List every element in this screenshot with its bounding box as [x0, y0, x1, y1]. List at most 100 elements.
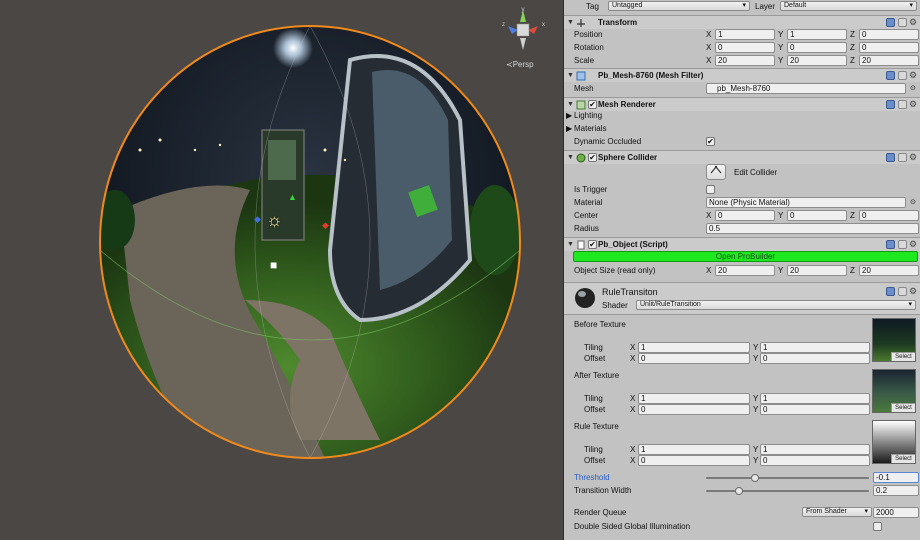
foldout-arrow-icon[interactable]: ▶ — [566, 109, 572, 122]
position-row: Position X 1 Y 1 Z 0 — [564, 28, 920, 41]
rotation-z-field[interactable]: 0 — [859, 42, 919, 53]
move-handle-y-icon[interactable]: ▲ — [288, 192, 297, 202]
scale-x-field[interactable]: 20 — [715, 55, 775, 66]
materials-row[interactable]: ▶ Materials — [564, 122, 920, 135]
rotation-y-field[interactable]: 0 — [787, 42, 847, 53]
settings-gear-icon[interactable]: ⚙ — [909, 287, 918, 296]
preset-icon[interactable] — [898, 100, 907, 109]
lighting-foldout[interactable]: Lighting — [574, 109, 602, 122]
settings-gear-icon[interactable]: ⚙ — [909, 240, 918, 249]
open-probuilder-button[interactable]: Open ProBuilder — [573, 251, 918, 262]
dynamic-occluded-checkbox[interactable]: ✔ — [706, 137, 715, 146]
help-icon[interactable] — [886, 71, 895, 80]
layer-dropdown[interactable]: Default — [780, 1, 917, 11]
object-size-label: Object Size (read only) — [574, 266, 656, 275]
lighting-row[interactable]: ▶ Lighting — [564, 109, 920, 122]
help-icon[interactable] — [886, 287, 895, 296]
preset-icon[interactable] — [898, 71, 907, 80]
transition-width-label: Transition Width — [574, 486, 632, 495]
projection-label[interactable]: ≺Persp — [506, 60, 534, 69]
material-header[interactable]: RuleTransiton Shader Unlit/RuleTransitio… — [564, 283, 920, 314]
settings-gear-icon[interactable]: ⚙ — [909, 153, 918, 162]
transition-width-slider-track[interactable] — [706, 490, 869, 492]
double-sided-gi-checkbox[interactable] — [873, 522, 882, 531]
preset-icon[interactable] — [898, 287, 907, 296]
axis-x-label: X — [630, 405, 636, 414]
preset-icon[interactable] — [898, 18, 907, 27]
fold-icon[interactable]: ▼ — [567, 69, 574, 82]
render-queue-row: Render Queue From Shader 2000 — [564, 506, 920, 519]
transition-width-field[interactable]: 0.2 — [873, 485, 919, 496]
rule-offset-x-field[interactable]: 0 — [638, 455, 750, 466]
preset-icon[interactable] — [898, 240, 907, 249]
help-icon[interactable] — [886, 153, 895, 162]
is-trigger-checkbox[interactable] — [706, 185, 715, 194]
threshold-slider-track[interactable] — [706, 477, 869, 479]
radius-field[interactable]: 0.5 — [706, 223, 919, 234]
enabled-checkbox[interactable]: ✔ — [588, 240, 597, 249]
before-offset-y-field[interactable]: 0 — [760, 353, 870, 364]
before-offset-x-field[interactable]: 0 — [638, 353, 750, 364]
scale-z-field[interactable]: 20 — [859, 55, 919, 66]
materials-foldout[interactable]: Materials — [574, 122, 606, 135]
axis-z-label: Z — [850, 43, 855, 52]
threshold-field[interactable]: -0.1 — [873, 472, 919, 483]
center-y-field[interactable]: 0 — [787, 210, 847, 221]
material-preview-icon — [575, 288, 595, 308]
mesh-object-field[interactable]: pb_Mesh-8760 — [706, 83, 906, 94]
scale-row: Scale X 20 Y 20 Z 20 — [564, 54, 920, 67]
move-handle-x-icon[interactable]: ◆ — [322, 220, 329, 231]
transform-header[interactable]: ▼ Transform ⚙ — [564, 15, 920, 29]
move-handle-z-icon[interactable]: ◆ — [254, 214, 261, 225]
pb-object-header[interactable]: ▼ ✔ Pb_Object (Script) ⚙ — [564, 237, 920, 251]
foldout-arrow-icon[interactable]: ▶ — [566, 122, 572, 135]
help-icon[interactable] — [886, 18, 895, 27]
scale-y-field[interactable]: 20 — [787, 55, 847, 66]
physic-material-field[interactable]: None (Physic Material) — [706, 197, 906, 208]
position-z-field[interactable]: 0 — [859, 29, 919, 40]
position-y-field[interactable]: 1 — [787, 29, 847, 40]
help-icon[interactable] — [886, 100, 895, 109]
object-picker-icon[interactable]: ⊙ — [910, 196, 916, 209]
settings-gear-icon[interactable]: ⚙ — [909, 71, 918, 80]
settings-gear-icon[interactable]: ⚙ — [909, 18, 918, 27]
fold-icon[interactable]: ▼ — [567, 238, 574, 251]
scene-view[interactable]: ▲ ◆ ◆ ☼ ■ y z x ≺Persp — [0, 0, 560, 540]
axis-y-label: Y — [753, 405, 759, 414]
position-x-field[interactable]: 1 — [715, 29, 775, 40]
fisheye-sphere-render — [99, 25, 521, 459]
center-z-field[interactable]: 0 — [859, 210, 919, 221]
light-gizmo-icon[interactable]: ☼ — [266, 210, 283, 231]
material-row: Material None (Physic Material) ⊙ — [564, 196, 920, 209]
help-icon[interactable] — [886, 240, 895, 249]
fold-icon[interactable]: ▼ — [567, 151, 574, 164]
shader-label: Shader — [602, 301, 628, 310]
orientation-gizmo[interactable]: y z x — [498, 6, 548, 52]
preset-icon[interactable] — [898, 153, 907, 162]
axis-x-label: X — [706, 30, 712, 39]
rule-offset-y-field[interactable]: 0 — [760, 455, 870, 466]
axis-x-label: X — [706, 266, 712, 275]
axis-x-label: X — [706, 56, 712, 65]
after-offset-x-field[interactable]: 0 — [638, 404, 750, 415]
object-picker-icon[interactable]: ⊙ — [910, 82, 916, 95]
sphere-collider-title: Sphere Collider — [598, 153, 658, 162]
axis-y-label: Y — [753, 456, 759, 465]
render-queue-field[interactable]: 2000 — [873, 507, 919, 518]
settings-gear-icon[interactable]: ⚙ — [909, 100, 918, 109]
after-offset-y-field[interactable]: 0 — [760, 404, 870, 415]
rotation-x-field[interactable]: 0 — [715, 42, 775, 53]
mesh-filter-header[interactable]: ▼ Pb_Mesh-8760 (Mesh Filter) ⚙ — [564, 68, 920, 82]
sphere-collider-header[interactable]: ▼ ✔ Sphere Collider ⚙ — [564, 150, 920, 164]
transition-width-slider-knob[interactable] — [734, 487, 743, 495]
render-queue-mode-dropdown[interactable]: From Shader — [802, 507, 872, 517]
enabled-checkbox[interactable]: ✔ — [588, 100, 597, 109]
threshold-slider-knob[interactable] — [750, 474, 759, 482]
tag-dropdown[interactable]: Untagged — [608, 1, 750, 11]
enabled-checkbox[interactable]: ✔ — [588, 153, 597, 162]
camera-gizmo-icon[interactable]: ■ — [270, 258, 277, 272]
edit-collider-button[interactable] — [706, 164, 726, 180]
shader-dropdown[interactable]: Unlit/RuleTransition — [636, 300, 916, 310]
center-x-field[interactable]: 0 — [715, 210, 775, 221]
divider — [564, 314, 920, 315]
